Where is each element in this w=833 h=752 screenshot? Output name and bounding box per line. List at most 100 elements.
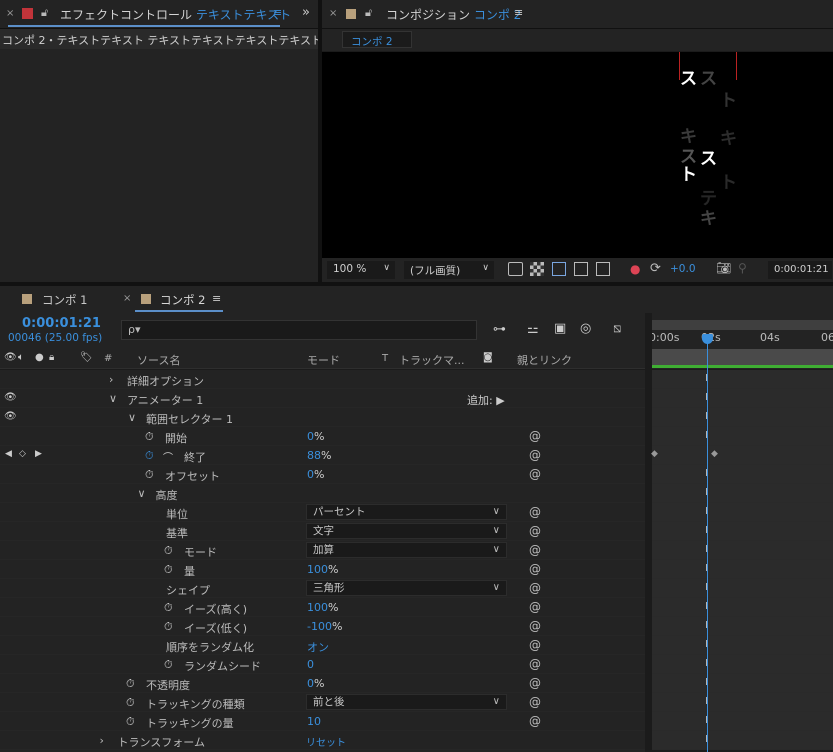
current-time-indicator[interactable] [707,334,708,752]
exposure-value[interactable]: +0.0 [670,263,696,275]
color-management-icon[interactable]: ⟳ [650,261,661,276]
transparency-grid-icon[interactable] [530,262,544,276]
effects-subheader-text: コンポ 2・テキストテキスト テキストテキストテキストテキスト テキス [2,34,318,47]
panel-divider[interactable] [318,0,322,282]
timeline-track-row[interactable]: I [652,693,833,712]
layer-duration-bar[interactable] [652,365,833,368]
timeline-track-row[interactable]: I [652,408,833,427]
effects-panel-body [0,49,318,282]
keyframe-marker[interactable]: ◆ [711,449,718,459]
timeline-track-row[interactable]: I [652,541,833,560]
timeline-tab-comp1[interactable]: コンポ 1 [42,292,87,308]
label-tag-icon[interactable]: 🏷︎ [80,352,93,363]
lock-icon[interactable]: 🔓︎ [41,6,48,20]
fast-preview-icon[interactable] [508,262,523,276]
viewer-text-glyph: ト [720,91,737,111]
viewer-text-glyph: ス [700,69,717,89]
comp-tab[interactable]: コンポ 2 [342,31,412,48]
viewer-text-glyph: キ [700,209,717,229]
switch-icon[interactable]: ◙ [483,352,493,363]
trackmatte-column[interactable]: トラックマ... [399,352,465,368]
lock-icon[interactable]: 🔓︎ [365,6,372,20]
composition-flowchart-icon[interactable]: ⊶ [493,322,506,337]
solo-icon[interactable]: ● [35,352,44,363]
timeline-track-row[interactable]: I [652,503,833,522]
viewer-text-glyph: ト [680,165,697,185]
timeline-track-row[interactable]: I [652,522,833,541]
graph-editor-icon[interactable]: ⧅ [613,321,621,336]
work-area-bar[interactable] [648,320,833,330]
timeline-track-row[interactable]: I [652,731,833,750]
mask-visibility-icon[interactable] [552,262,566,276]
keyframe-marker[interactable]: ◆ [651,449,658,459]
panel-menu-icon[interactable]: ≡ [212,292,221,305]
timeline-tab-comp2[interactable]: コンポ 2 [160,292,205,308]
comp-timecode[interactable]: 0:00:01:21 [768,261,832,279]
timeline-bar [652,349,833,365]
effects-panel-header: × 🔓︎ エフェクトコントロール テキストテキスト ≡ » [0,0,318,29]
video-eye-icon[interactable]: 👁︎ [4,352,17,363]
timeline-track-row[interactable]: I [652,617,833,636]
current-timecode[interactable]: 0:00:01:21 [22,316,101,331]
resolution-dropdown[interactable]: (フル画質) ∨ [404,261,494,279]
source-name-column[interactable]: ソース名 [137,352,180,368]
active-tab-indicator [135,310,223,312]
timeline-track-row[interactable]: I [652,636,833,655]
effects-panel-title[interactable]: エフェクトコントロール テキストテキスト [60,6,291,23]
timeline-track-area[interactable]: IIII◆◆IIIIIIIIIIIIIII [0,370,833,752]
panel-overflow-icon[interactable]: » [302,5,310,20]
comp-panel-header: × 🔓︎ コンポジション コンポ 2 ≡ [322,0,833,29]
frame-blending-icon[interactable]: ▣ [554,321,566,336]
zoom-dropdown[interactable]: 100 % ∨ [327,261,395,279]
timeline-track-row[interactable]: I [652,389,833,408]
viewer-text-glyph: ト [720,173,737,193]
viewer-text-glyph: キ [720,129,737,149]
panel-menu-icon[interactable]: ≡ [514,6,523,19]
timeline-track-row[interactable]: I [652,579,833,598]
draft-3d-icon[interactable]: ⚍ [527,322,539,337]
search-input[interactable]: ρ▾ [121,320,477,340]
timeline-track-row[interactable]: I [652,560,833,579]
t-column: T [382,353,389,364]
show-snapshot-icon[interactable]: ⚲ [738,261,747,275]
region-of-interest-icon[interactable] [574,262,588,276]
comp-color-icon [22,294,32,304]
close-icon[interactable]: × [123,293,131,304]
timeline-tab-bar: コンポ 1 × コンポ 2 ≡ [0,286,833,313]
snapshot-icon[interactable]: 📷︎ [716,261,731,275]
timeline-ruler[interactable]: 0:00s 02s 04s 06 [645,313,833,369]
timeline-track-row[interactable]: I [652,484,833,503]
audio-icon[interactable]: 🔈︎ [18,352,24,363]
grid-guides-icon[interactable] [596,262,610,276]
timeline-track-row[interactable]: ◆ ◆ [651,446,833,465]
comp-viewer-toolbar: 100 % ∨ (フル画質) ∨ ● ⟳ +0.0 📷︎ ⚲ 0:00:01:21 [322,258,833,282]
comp-viewer[interactable]: ス ス ト キ キ ス ス ト ト テ キ [322,52,833,258]
lock-column-icon[interactable]: 🔒︎ [49,352,54,363]
timeline-track-row[interactable]: I [652,465,833,484]
color-channels-icon[interactable]: ● [630,262,640,276]
timeline-track-row[interactable]: I [652,655,833,674]
motion-blur-icon[interactable]: ◎ [580,321,591,336]
mode-column[interactable]: モード [307,352,340,368]
parent-link-column[interactable]: 親とリンク [517,352,572,368]
frame-info: 00046 (25.00 fps) [8,332,103,344]
comp-color-icon [141,294,151,304]
search-icon: ρ▾ [128,323,141,336]
comp-color-icon [346,9,356,19]
ruler-label: 06 [821,331,833,344]
comp-tab-bar: コンポ 2 [322,29,833,51]
active-tab-indicator [8,25,280,27]
timeline-track-row[interactable]: I [652,427,833,446]
layer-column-header: 👁︎ 🔈︎ ● 🔒︎ 🏷︎ # ソース名 モード T トラックマ... ◙ 親と… [0,349,645,369]
comp-panel-title[interactable]: コンポジション コンポ 2 [386,6,521,23]
timeline-track-row[interactable]: I [652,712,833,731]
timeline-track-row[interactable]: I [652,598,833,617]
panel-menu-icon[interactable]: ≡ [273,6,282,19]
red-label-icon [22,8,33,19]
timeline-track-row[interactable]: I [652,370,833,389]
close-icon[interactable]: × [6,8,14,19]
effects-subheader: コンポ 2・テキストテキスト テキストテキストテキストテキスト テキス [0,29,318,49]
timeline-track-row[interactable]: I [652,674,833,693]
ruler-label: 0:00s [649,331,680,344]
close-icon[interactable]: × [329,8,337,19]
